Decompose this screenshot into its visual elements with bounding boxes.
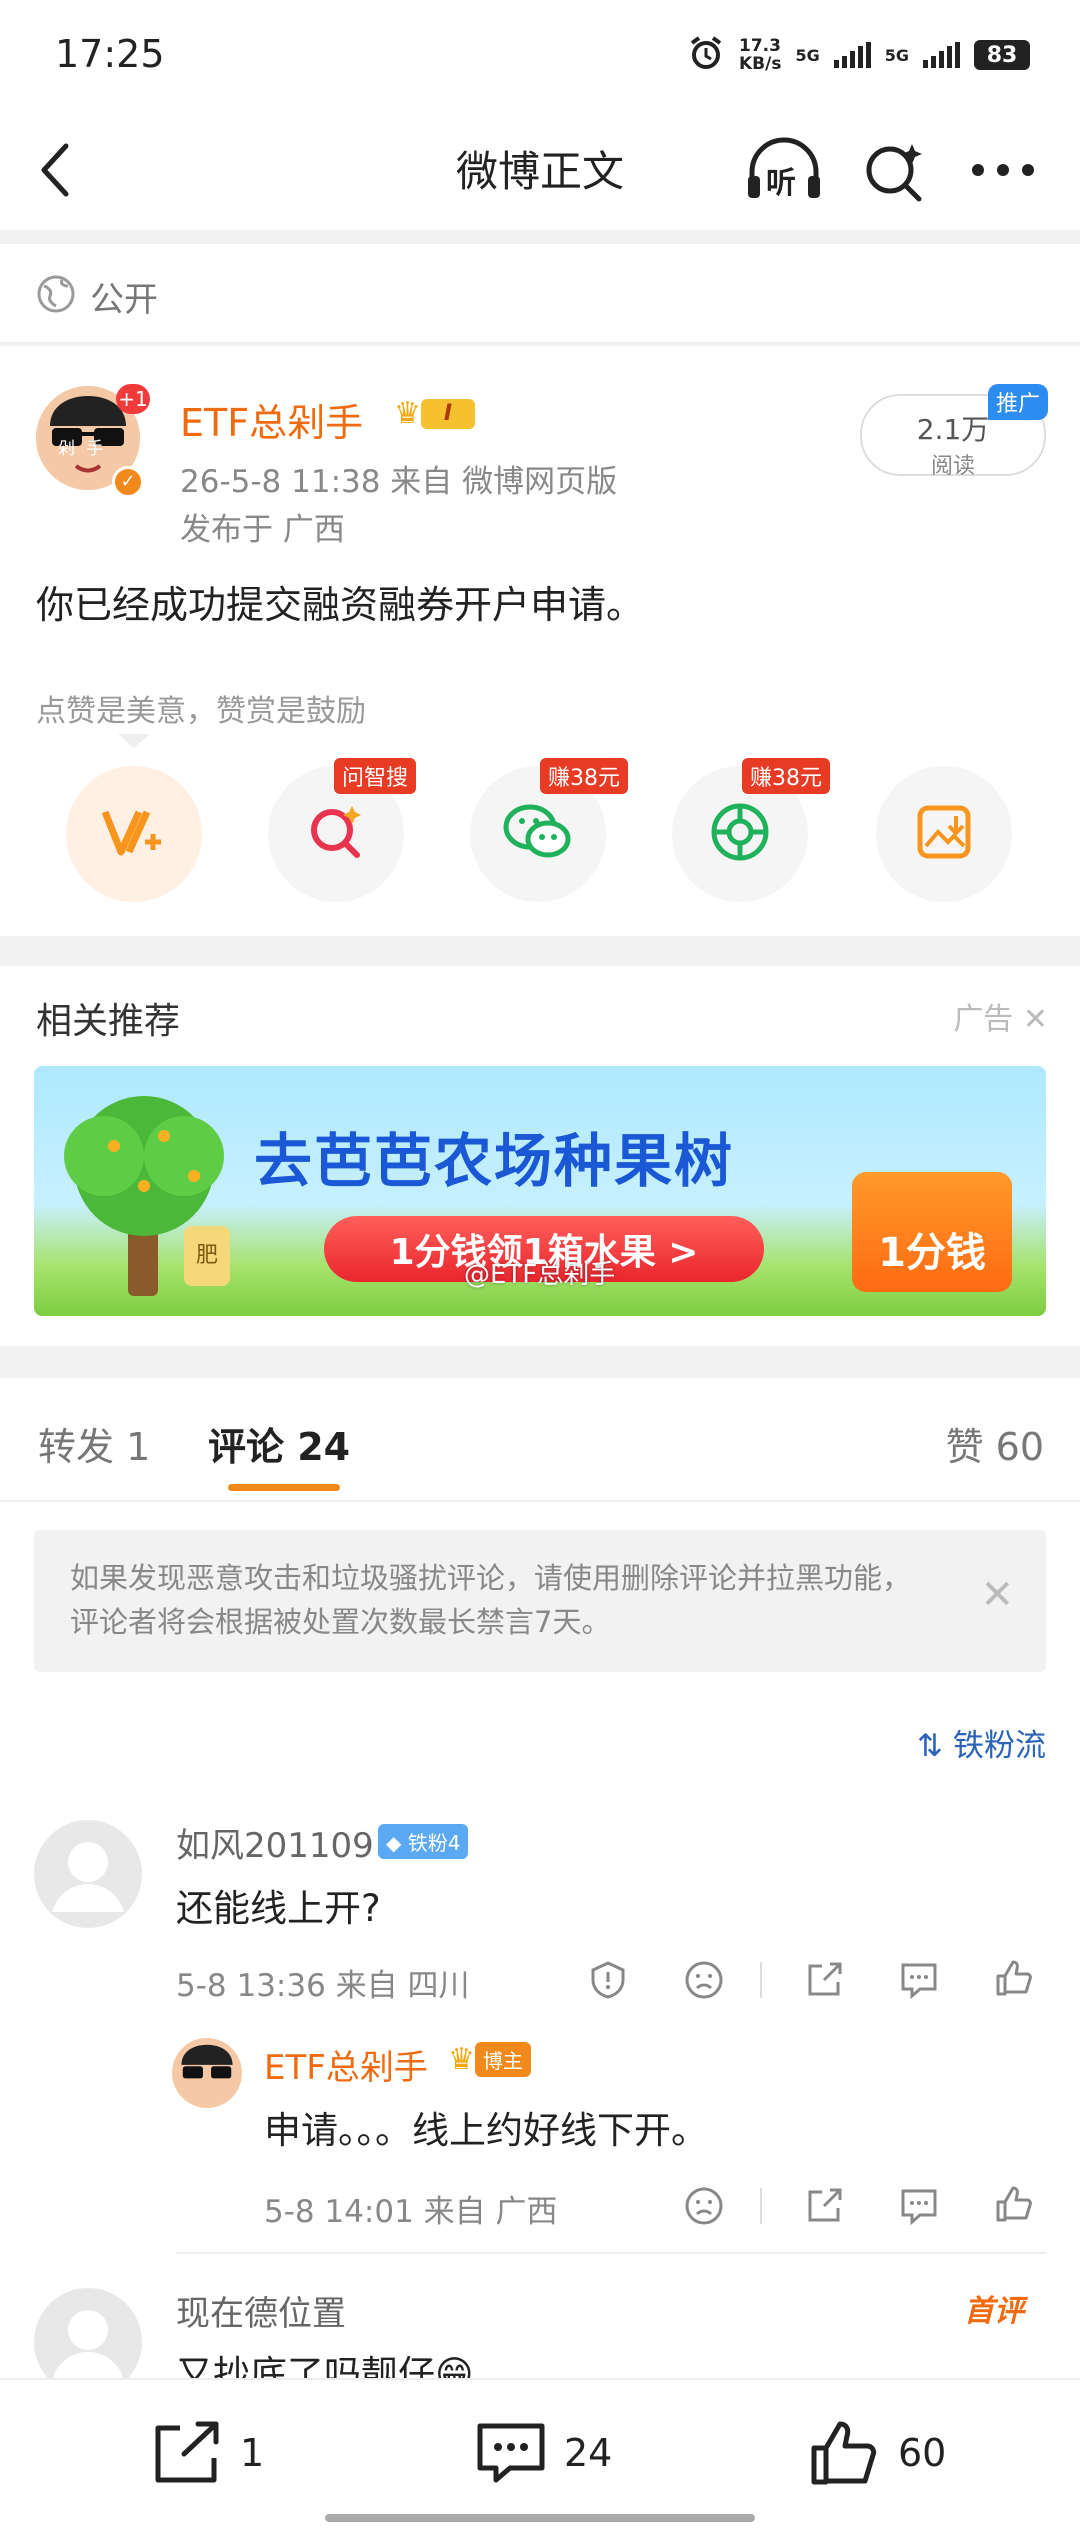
bottom-action-bar: 1 24 60 (0, 2378, 1080, 2532)
divider (760, 2188, 762, 2224)
author-badge: ♛ 博主 (448, 2042, 531, 2077)
more-icon[interactable] (970, 160, 1036, 184)
commenter-avatar[interactable] (34, 1820, 142, 1928)
author-name[interactable]: ETF总剁手 (180, 392, 363, 447)
vip-badge[interactable]: ♛ I (394, 396, 475, 431)
crown-icon: ♛ (394, 396, 421, 431)
close-icon[interactable]: ✕ (980, 1572, 1014, 1618)
ad-banner[interactable]: 肥 去芭芭农场种果树 1分钱领1箱水果 > @ETF总剁手 1分钱 (34, 1066, 1046, 1316)
visibility-bar: 公开 (0, 244, 1080, 344)
promo-tag[interactable]: 推广 (987, 384, 1048, 420)
avatar-badge: +1 (116, 384, 150, 414)
comment-text: 还能线上开? (176, 1887, 381, 1930)
post-meta: 26-5-8 11:38 来自 微博网页版 (180, 464, 618, 500)
share-moments-button[interactable]: 赚38元 (672, 758, 830, 902)
comment-icon (477, 2423, 545, 2483)
reward-icon (99, 802, 169, 866)
reply-text: 申请。。。线上约好线下开。 (264, 2109, 708, 2152)
visibility-label: 公开 (90, 280, 158, 320)
like-icon (811, 2421, 877, 2485)
tab-comments[interactable]: 评论 24 (208, 1416, 350, 1471)
close-icon: ✕ (1022, 1002, 1048, 1037)
action-badge: 问智搜 (334, 758, 417, 794)
ad-headline: 去芭芭农场种果树 (254, 1127, 735, 1195)
post-location: 发布于 广西 (180, 512, 345, 548)
repost-icon[interactable] (804, 2186, 844, 2230)
smart-search-icon (304, 800, 368, 868)
ask-zhisou-button[interactable]: 问智搜 (268, 758, 417, 902)
fruit-box: 1分钱 (852, 1172, 1012, 1292)
battery-icon: 83 (974, 40, 1030, 70)
reward-button[interactable] (66, 766, 202, 902)
like-icon[interactable] (994, 1958, 1034, 2002)
report-icon[interactable] (588, 1960, 628, 2004)
sort-toggle[interactable]: ⇅ 铁粉流 (917, 1720, 1046, 1765)
clock: 17:25 (55, 32, 165, 76)
comments-section: 转发 1 评论 24 赞 60 如果发现恶意攻击和垃圾骚扰评论，请使用删除评论并… (0, 1378, 1080, 2498)
signal-icon-1 (833, 42, 871, 68)
tab-indicator (228, 1484, 340, 1491)
alarm-icon (687, 34, 725, 76)
like-button[interactable]: 60 (808, 2420, 946, 2486)
net-speed: 17.3 KB/s (739, 36, 782, 74)
replier-avatar[interactable] (172, 2038, 242, 2108)
comment-button[interactable]: 24 (474, 2420, 612, 2486)
comment-icon[interactable] (898, 1960, 940, 2004)
divider (0, 1500, 1080, 1502)
first-comment-tag: 首评 (964, 2294, 1024, 2329)
repost-button[interactable]: 1 (150, 2420, 264, 2486)
commenter-name[interactable]: 如风201109 (176, 1818, 374, 1867)
tab-likes[interactable]: 赞 60 (946, 1416, 1044, 1471)
divider (176, 2252, 1046, 2254)
commenter-name[interactable]: 现在德位置 (176, 2286, 346, 2335)
reward-hint: 点赞是美意，赞赏是鼓励 (36, 694, 366, 729)
like-icon[interactable] (994, 2184, 1034, 2228)
home-indicator (325, 2514, 755, 2522)
sort-icon: ⇅ (917, 1728, 944, 1764)
network-type-1: 5G (795, 45, 820, 65)
post-card: 剁 手 +1 ✓ ETF总剁手 ♛ I 26-5-8 11:38 来自 微博网页… (0, 346, 1080, 936)
listen-icon[interactable]: 听 (744, 136, 824, 206)
status-icons: 17.3 KB/s 5G 5G 83 (687, 34, 1030, 76)
dislike-icon[interactable] (684, 1960, 724, 2004)
top-nav: 微博正文 听 (0, 110, 1080, 230)
save-image-icon (914, 802, 974, 866)
status-bar: 17:25 17.3 KB/s 5G 5G 83 (0, 0, 1080, 110)
verified-icon: ✓ (112, 466, 144, 498)
save-image-button[interactable] (876, 766, 1012, 902)
signal-icon-2 (923, 42, 960, 68)
fertilizer-icon: 肥 (184, 1226, 230, 1286)
repost-icon[interactable] (804, 1960, 844, 2004)
moments-icon (709, 801, 771, 867)
hint-arrow (118, 734, 150, 748)
divider (760, 1962, 762, 1998)
dislike-icon[interactable] (684, 2186, 724, 2230)
action-badge: 赚38元 (540, 758, 628, 794)
network-type-2: 5G (884, 45, 909, 65)
comment-meta: 5-8 13:36 来自 四川 (176, 1968, 470, 2004)
repost-icon (155, 2421, 219, 2483)
action-badge: 赚38元 (742, 758, 830, 794)
smart-search-icon[interactable] (862, 140, 928, 210)
reply-meta: 5-8 14:01 来自 广西 (264, 2194, 558, 2230)
tab-repost[interactable]: 转发 1 (38, 1416, 150, 1471)
comment-notice: 如果发现恶意攻击和垃圾骚扰评论，请使用删除评论并拉黑功能，评论者将会根据被处置次… (34, 1530, 1046, 1672)
watermark: @ETF总剁手 (464, 1260, 616, 1290)
replier-name[interactable]: ETF总剁手 (264, 2040, 428, 2089)
recommend-title: 相关推荐 (36, 1001, 181, 1042)
crown-icon: ♛ (448, 2042, 475, 2077)
ad-close-button[interactable]: 广告 ✕ (953, 994, 1048, 1038)
globe-icon (36, 274, 76, 318)
wechat-icon (502, 801, 574, 867)
fan-badge: ◆ 铁粉4 (378, 1824, 469, 1859)
share-wechat-button[interactable]: 赚38元 (470, 758, 628, 902)
recommend-section: 相关推荐 广告 ✕ 肥 去芭芭农场种果树 1分钱领1箱水果 > @ETF总剁手 … (0, 966, 1080, 1346)
post-text: 你已经成功提交融资融券开户申请。 (36, 583, 645, 627)
comment-icon[interactable] (898, 2186, 940, 2230)
